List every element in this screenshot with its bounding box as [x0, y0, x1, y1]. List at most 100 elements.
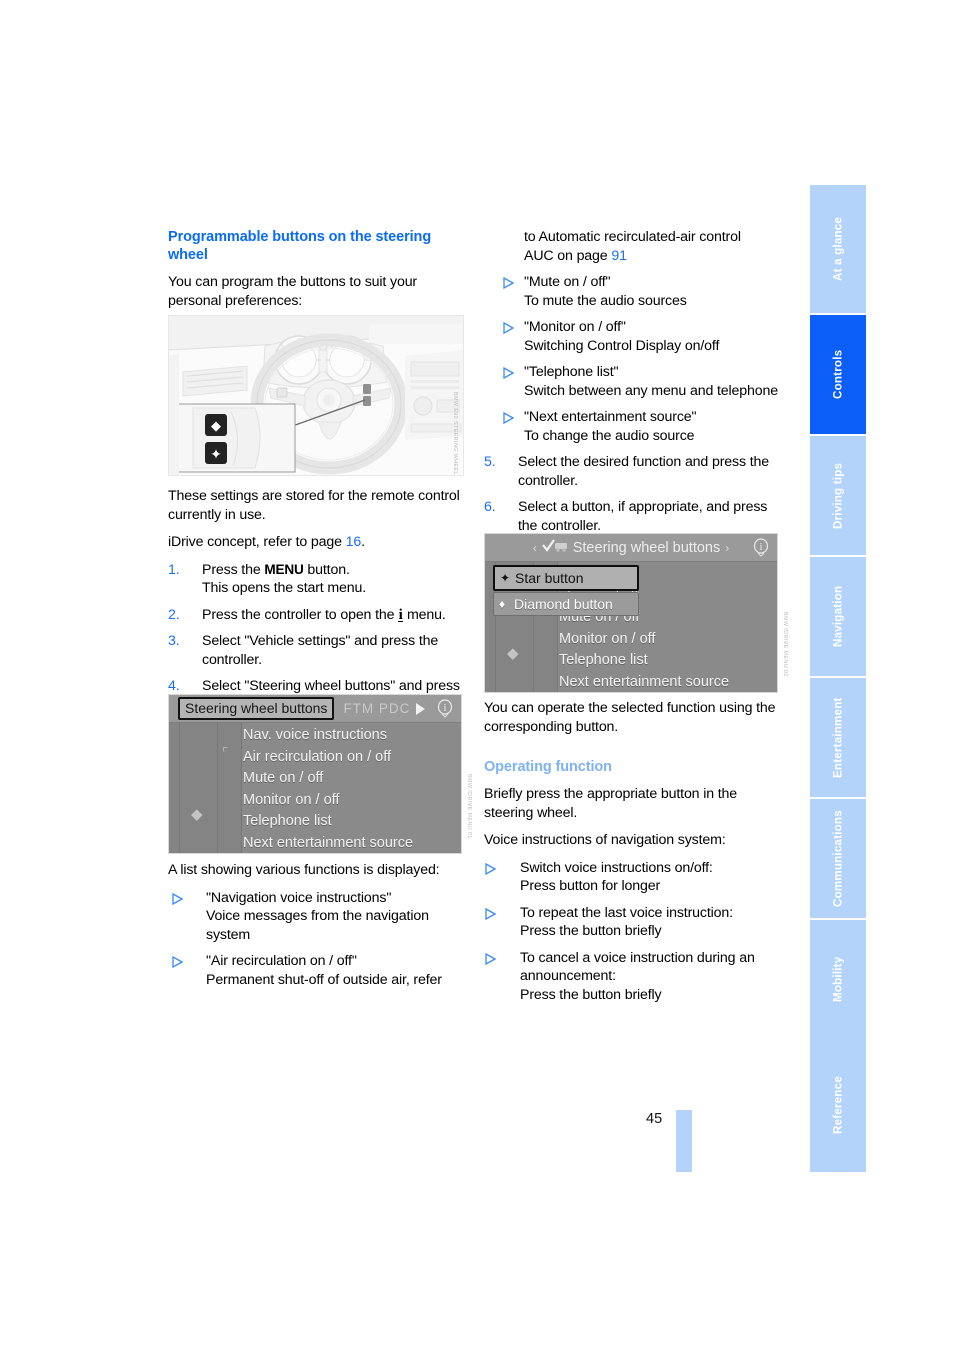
- step-5: 5. Select the desired function and press…: [484, 453, 780, 490]
- idrive1-item-5[interactable]: Next entertainment source: [243, 833, 459, 854]
- page-number-bar: [676, 1110, 692, 1172]
- chevron-left-icon[interactable]: ‹: [533, 541, 537, 555]
- function-list-right: "Mute on / off" To mute the audio source…: [484, 273, 780, 445]
- page-link-91[interactable]: 91: [611, 248, 627, 264]
- step-3-text: Select "Vehicle settings" and press the …: [202, 633, 439, 668]
- auc-continuation: to Automatic recirculated-air control AU…: [484, 228, 780, 265]
- sidebar-tab-at-a-glance[interactable]: At a glance: [810, 183, 866, 313]
- voice-item-0-title: Switch voice instructions on/off:: [520, 859, 713, 876]
- voice-item-2-title: To cancel a voice instruction during an …: [520, 949, 755, 985]
- right-function-3-desc: To change the audio source: [524, 427, 695, 444]
- sidebar-tab-navigation[interactable]: Navigation: [810, 555, 866, 676]
- idrive2-item-5[interactable]: Next entertainment source: [559, 672, 775, 693]
- intro-paragraph: You can program the buttons to suit your…: [168, 274, 418, 309]
- diamond-marker-icon: ◆: [507, 645, 519, 662]
- idrive1-menu-list: Nav. voice instructions Air recirculatio…: [243, 725, 459, 854]
- popup-option-star-label: Star button: [515, 570, 584, 586]
- sidebar-tab-mobility[interactable]: Mobility: [810, 918, 866, 1039]
- operating-intro: Briefly press the appropriate button in …: [484, 786, 738, 821]
- right-function-2-title: "Telephone list": [524, 364, 619, 380]
- operate-selected-note: You can operate the selected function us…: [484, 700, 776, 735]
- idrive1-rail-outer: [169, 723, 180, 853]
- thumb-index: At a glance Controls Driving tips Naviga…: [810, 183, 866, 1172]
- info-icon[interactable]: i: [751, 537, 771, 557]
- idrive1-item-1[interactable]: Air recirculation on / off: [243, 747, 459, 769]
- page-number: 45: [646, 1111, 663, 1127]
- step-3: 3. Select "Vehicle settings" and press t…: [168, 632, 464, 669]
- info-icon[interactable]: i: [435, 698, 455, 718]
- chevron-right-icon[interactable]: [416, 702, 426, 715]
- step-2-text-before: Press the controller to open the: [202, 606, 399, 623]
- sidebar-tab-controls[interactable]: Controls: [810, 313, 866, 434]
- idrive1-item-3[interactable]: Monitor on / off: [243, 790, 459, 812]
- checkmark-vehicle-icon: [541, 538, 568, 557]
- right-column-bottom: You can operate the selected function us…: [484, 699, 780, 1012]
- procedure-steps-left: 1. Press the MENU button. This opens the…: [168, 561, 464, 715]
- svg-text:◆: ◆: [211, 419, 221, 434]
- right-function-1-desc: Switching Control Display on/off: [524, 337, 720, 354]
- idrive1-item-4[interactable]: Telephone list: [243, 811, 459, 833]
- sidebar-tab-reference[interactable]: Reference: [810, 1039, 866, 1172]
- figure-caption-code-2: BMW IDRIVE MENU 01: [466, 774, 472, 839]
- voice-intro: Voice instructions of navigation system:: [484, 832, 726, 848]
- diamond-marker-icon: ◆: [191, 806, 203, 823]
- steering-wheel-illustration: ◆ ✦: [169, 316, 463, 475]
- figure-steering-wheel: ◆ ✦: [168, 315, 464, 476]
- step-4-number: 4.: [168, 678, 180, 694]
- step-3-number: 3.: [168, 633, 180, 649]
- function-item-air-recirculation: "Air recirculation on / off" Permanent s…: [168, 952, 464, 989]
- popup-option-diamond-label: Diamond button: [514, 596, 613, 612]
- figure-caption-code-1: BMW E90 STEERING WHEEL: [452, 392, 458, 475]
- idrive2-item-3[interactable]: Monitor on / off: [559, 629, 775, 651]
- right-function-0-title: "Mute on / off": [524, 274, 611, 290]
- voice-item-1-title: To repeat the last voice instruction:: [520, 904, 733, 921]
- step-1-number: 1.: [168, 561, 180, 578]
- idrive1-item-0[interactable]: Nav. voice instructions: [243, 725, 459, 747]
- page-link-16[interactable]: 16: [346, 534, 362, 550]
- step-2: 2. Press the controller to open the i me…: [168, 606, 464, 625]
- step-6: 6. Select a button, if appropriate, and …: [484, 498, 780, 535]
- step-2-text-after: menu.: [403, 606, 446, 623]
- function-item-monitor: "Monitor on / off" Switching Control Dis…: [484, 318, 780, 355]
- voice-item-repeat: To repeat the last voice instruction: Pr…: [484, 904, 780, 941]
- button-selection-popup: ✦ Star button ♦ Diamond button: [493, 565, 639, 616]
- diamond-icon: ♦: [499, 597, 506, 611]
- step-2-number: 2.: [168, 606, 180, 623]
- sidebar-tab-driving-tips[interactable]: Driving tips: [810, 434, 866, 555]
- idrive1-rail-mid: [180, 723, 218, 853]
- function-item-1-desc: Permanent shut-off of outside air, refer: [206, 971, 442, 988]
- figure-caption-code-3: BMW IDRIVE MENU 02: [782, 612, 788, 677]
- step-1-second-line: This opens the start menu.: [202, 580, 367, 596]
- right-function-0-desc: To mute the audio sources: [524, 292, 687, 309]
- air-recirculation-marker-icon: ⌜: [222, 745, 229, 760]
- voice-item-0-desc: Press button for longer: [520, 878, 661, 894]
- idrive1-top-labels: FTM PDC: [343, 701, 411, 716]
- idrive1-topbar: Steering wheel buttons FTM PDC i: [169, 695, 461, 723]
- function-list-intro: A list showing various functions is disp…: [168, 862, 440, 878]
- idrive1-item-2[interactable]: Mute on / off: [243, 768, 459, 790]
- figure-idrive-screen-1: Steering wheel buttons FTM PDC i ⌜ ◆ Nav…: [168, 694, 462, 854]
- svg-text:✦: ✦: [210, 447, 222, 463]
- function-list-left: "Navigation voice instructions" Voice me…: [168, 889, 464, 990]
- step-1: 1. Press the MENU button. This opens the…: [168, 561, 464, 598]
- chevron-right-icon[interactable]: ›: [725, 541, 729, 555]
- step-5-text: Select the desired function and press th…: [518, 454, 769, 489]
- function-item-next-entertainment: "Next entertainment source" To change th…: [484, 408, 780, 445]
- voice-item-switch-onoff: Switch voice instructions on/off: Press …: [484, 859, 780, 896]
- idrive1-body: ⌜ ◆ Nav. voice instructions Air recircul…: [169, 723, 461, 853]
- sidebar-tab-entertainment[interactable]: Entertainment: [810, 676, 866, 797]
- figure-idrive-screen-2: ‹ Steering wheel buttons › i ◆ instructi…: [484, 533, 778, 693]
- svg-text:i: i: [444, 703, 447, 714]
- left-column-top: Programmable buttons on the steering whe…: [168, 228, 464, 319]
- left-column-mid: These settings are stored for the remote…: [168, 487, 464, 722]
- idrive-reference: iDrive concept, refer to page 16.: [168, 533, 464, 552]
- procedure-steps-right: 5. Select the desired function and press…: [484, 453, 780, 535]
- idrive2-item-4[interactable]: Telephone list: [559, 650, 775, 672]
- idrive1-title-chip[interactable]: Steering wheel buttons: [178, 697, 335, 720]
- voice-item-cancel: To cancel a voice instruction during an …: [484, 949, 780, 1005]
- popup-option-star-button[interactable]: ✦ Star button: [493, 565, 639, 591]
- popup-option-diamond-button[interactable]: ♦ Diamond button: [493, 592, 639, 616]
- sidebar-tab-communications[interactable]: Communications: [810, 797, 866, 918]
- left-column-bottom: A list showing various functions is disp…: [168, 861, 464, 997]
- operating-function-heading: Operating function: [484, 759, 612, 775]
